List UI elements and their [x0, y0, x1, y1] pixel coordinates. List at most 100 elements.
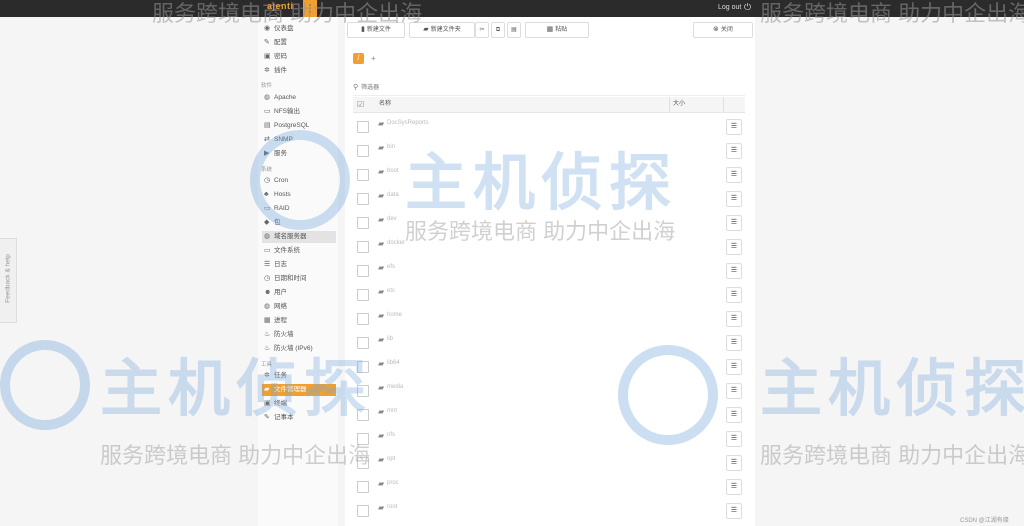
select-all-checkbox[interactable]: ☑: [357, 97, 364, 112]
table-row[interactable]: ▰ lib64 ☰: [353, 355, 745, 379]
row-menu-button[interactable]: ☰: [726, 479, 742, 495]
row-menu-button[interactable]: ☰: [726, 335, 742, 351]
sidebar-item-nfs[interactable]: ▭ NFS输出: [264, 106, 300, 118]
file-name[interactable]: media: [387, 384, 403, 390]
row-menu-button[interactable]: ☰: [726, 383, 742, 399]
table-row[interactable]: ▰ nfs ☰: [353, 427, 745, 451]
row-checkbox[interactable]: [357, 385, 369, 397]
file-name[interactable]: etc: [387, 288, 395, 294]
row-menu-button[interactable]: ☰: [726, 431, 742, 447]
sidebar-item-postgresql[interactable]: ▤ PostgreSQL: [264, 120, 309, 132]
row-menu-button[interactable]: ☰: [726, 239, 742, 255]
file-name[interactable]: nfs: [387, 432, 395, 438]
file-name[interactable]: opt: [387, 456, 395, 462]
copy-button[interactable]: ⧉: [491, 22, 505, 38]
sidebar-item-firewall-ipv6[interactable]: ♨ 防火墙 (IPv6): [264, 343, 313, 355]
filter-bar[interactable]: ⚲ 筛选器: [353, 81, 745, 96]
row-menu-button[interactable]: ☰: [726, 503, 742, 519]
row-checkbox[interactable]: [357, 481, 369, 493]
table-row[interactable]: ▰ bin ☰: [353, 139, 745, 163]
row-checkbox[interactable]: [357, 169, 369, 181]
table-row[interactable]: ▰ efs ☰: [353, 259, 745, 283]
file-name[interactable]: proc: [387, 480, 399, 486]
file-name[interactable]: dev: [387, 216, 397, 222]
row-checkbox[interactable]: [357, 505, 369, 517]
file-name[interactable]: bin: [387, 144, 395, 150]
row-checkbox[interactable]: [357, 457, 369, 469]
file-name[interactable]: lib64: [387, 360, 400, 366]
sidebar-item-notepad[interactable]: ✎ 记事本: [264, 412, 294, 424]
sidebar-item-config[interactable]: ✎ 配置: [264, 37, 287, 49]
sidebar-item-firewall[interactable]: ♨ 防火墙: [264, 329, 294, 341]
row-checkbox[interactable]: [357, 289, 369, 301]
sidebar-item-terminal[interactable]: ▣ 终端: [264, 398, 287, 410]
file-name[interactable]: docker: [387, 240, 405, 246]
file-name[interactable]: mnt: [387, 408, 397, 414]
feedback-tab[interactable]: Feedback & help: [0, 238, 17, 323]
row-menu-button[interactable]: ☰: [726, 215, 742, 231]
sidebar-item-filesystems[interactable]: ▭ 文件系统: [264, 245, 300, 257]
file-name[interactable]: boot: [387, 168, 399, 174]
sidebar-item-services[interactable]: ▶ 服务: [264, 148, 287, 160]
row-checkbox[interactable]: [357, 433, 369, 445]
new-folder-button[interactable]: ▰ 新建文件夹: [409, 22, 475, 38]
menu-toggle-icon[interactable]: ⋮: [303, 0, 317, 17]
sidebar-item-dns[interactable]: ◍ 域名服务器: [262, 231, 336, 243]
table-row[interactable]: ▰ DocSysReports ☰: [353, 115, 745, 139]
row-menu-button[interactable]: ☰: [726, 263, 742, 279]
file-name[interactable]: DocSysReports: [387, 120, 429, 126]
row-menu-button[interactable]: ☰: [726, 143, 742, 159]
sidebar-item-tasks[interactable]: ✲ 任务: [264, 370, 287, 382]
table-row[interactable]: ▰ root ☰: [353, 499, 745, 523]
power-icon[interactable]: ⏻: [744, 2, 751, 13]
row-checkbox[interactable]: [357, 409, 369, 421]
path-root-button[interactable]: /: [353, 53, 364, 64]
table-row[interactable]: ▰ dev ☰: [353, 211, 745, 235]
table-row[interactable]: ▰ media ☰: [353, 379, 745, 403]
row-checkbox[interactable]: [357, 313, 369, 325]
close-button[interactable]: ⊗ 关闭: [693, 22, 753, 38]
sidebar-item-packages[interactable]: ◆ 包: [264, 217, 281, 229]
sidebar-item-file-manager[interactable]: ▰ 文件管理器: [262, 384, 336, 396]
row-menu-button[interactable]: ☰: [726, 407, 742, 423]
add-path-button[interactable]: +: [371, 54, 376, 63]
row-checkbox[interactable]: [357, 193, 369, 205]
sidebar-item-plugins[interactable]: ✲ 插件: [264, 65, 287, 77]
sidebar-item-datetime[interactable]: ◷ 日期和时间: [264, 273, 307, 285]
new-file-button[interactable]: ▮ 新建文件: [347, 22, 405, 38]
file-name[interactable]: lib: [387, 336, 393, 342]
sidebar-item-network[interactable]: ◍ 网络: [264, 301, 287, 313]
row-checkbox[interactable]: [357, 361, 369, 373]
row-menu-button[interactable]: ☰: [726, 455, 742, 471]
row-checkbox[interactable]: [357, 217, 369, 229]
app-logo[interactable]: ajenti: [267, 1, 294, 11]
file-name[interactable]: home: [387, 312, 402, 318]
sidebar-item-cron[interactable]: ◷ Cron: [264, 175, 288, 187]
table-row[interactable]: ▰ mnt ☰: [353, 403, 745, 427]
row-checkbox[interactable]: [357, 265, 369, 277]
sidebar-item-users[interactable]: ☻ 用户: [264, 287, 287, 299]
row-checkbox[interactable]: [357, 241, 369, 253]
row-menu-button[interactable]: ☰: [726, 119, 742, 135]
sidebar-item-raid[interactable]: ▭ RAID: [264, 203, 290, 215]
row-checkbox[interactable]: [357, 337, 369, 349]
file-name[interactable]: data: [387, 192, 399, 198]
sidebar-item-hosts[interactable]: ♣ Hosts: [264, 189, 291, 201]
clipboard-button[interactable]: ▤: [507, 22, 521, 38]
paste-button[interactable]: ▦ 粘贴: [525, 22, 589, 38]
sidebar-item-apache[interactable]: ◍ Apache: [264, 92, 296, 104]
row-menu-button[interactable]: ☰: [726, 287, 742, 303]
row-checkbox[interactable]: [357, 145, 369, 157]
file-name[interactable]: efs: [387, 264, 395, 270]
row-menu-button[interactable]: ☰: [726, 167, 742, 183]
cut-button[interactable]: ✂: [475, 22, 489, 38]
file-name[interactable]: root: [387, 504, 397, 510]
table-row[interactable]: ▰ proc ☰: [353, 475, 745, 499]
table-row[interactable]: ▰ boot ☰: [353, 163, 745, 187]
table-row[interactable]: ▰ etc ☰: [353, 283, 745, 307]
table-row[interactable]: ▰ home ☰: [353, 307, 745, 331]
table-row[interactable]: ▰ lib ☰: [353, 331, 745, 355]
row-menu-button[interactable]: ☰: [726, 311, 742, 327]
row-menu-button[interactable]: ☰: [726, 359, 742, 375]
row-checkbox[interactable]: [357, 121, 369, 133]
